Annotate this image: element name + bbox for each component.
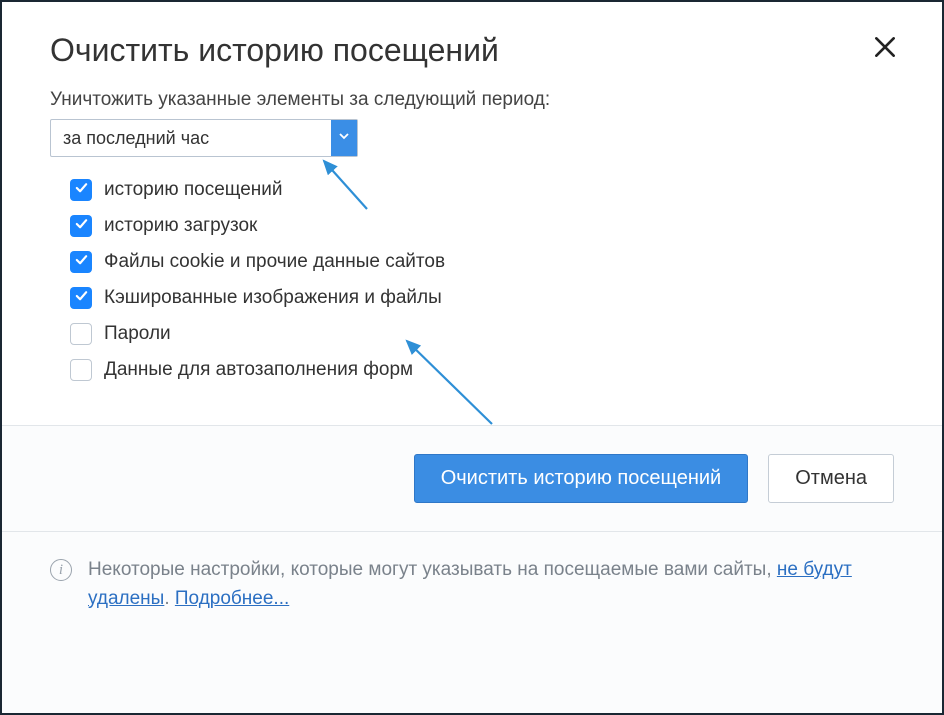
option-label: Кэшированные изображения и файлы [104, 287, 442, 309]
chevron-down-icon [338, 129, 350, 147]
checkbox-cookies[interactable] [70, 251, 92, 273]
info-text: Некоторые настройки, которые могут указы… [88, 556, 894, 613]
check-icon [74, 252, 89, 272]
option-label: Данные для автозаполнения форм [104, 359, 413, 381]
clear-history-button[interactable]: Очистить историю посещений [414, 454, 749, 503]
dialog-body: Уничтожить указанные элементы за следующ… [2, 79, 942, 425]
dialog-footer: Очистить историю посещений Отмена [2, 425, 942, 531]
info-icon: i [50, 559, 72, 581]
checkbox-autofill[interactable] [70, 359, 92, 381]
checkbox-cached-images[interactable] [70, 287, 92, 309]
checkbox-browsing-history[interactable] [70, 179, 92, 201]
period-select[interactable]: за последний час [50, 119, 358, 157]
option-browsing-history[interactable]: историю посещений [70, 179, 894, 201]
option-passwords[interactable]: Пароли [70, 323, 894, 345]
period-select-value: за последний час [51, 120, 331, 156]
option-label: историю загрузок [104, 215, 257, 237]
check-icon [74, 216, 89, 236]
info-text-part1: Некоторые настройки, которые могут указы… [88, 559, 777, 580]
option-label: Пароли [104, 323, 171, 345]
clear-history-dialog: Очистить историю посещений Уничтожить ук… [0, 0, 944, 715]
period-label: Уничтожить указанные элементы за следующ… [50, 89, 894, 111]
info-link-more[interactable]: Подробнее... [175, 588, 289, 609]
info-bar: i Некоторые настройки, которые могут ука… [2, 531, 942, 713]
option-autofill[interactable]: Данные для автозаполнения форм [70, 359, 894, 381]
check-icon [74, 180, 89, 200]
close-button[interactable] [868, 32, 902, 66]
option-label: историю посещений [104, 179, 283, 201]
close-icon [872, 30, 898, 68]
period-select-arrow [331, 120, 357, 156]
check-icon [74, 288, 89, 308]
info-sep: . [164, 588, 175, 609]
options-list: историю посещений историю загрузок Файлы… [50, 179, 894, 381]
checkbox-passwords[interactable] [70, 323, 92, 345]
option-label: Файлы cookie и прочие данные сайтов [104, 251, 445, 273]
dialog-title: Очистить историю посещений [50, 32, 499, 69]
cancel-button[interactable]: Отмена [768, 454, 894, 503]
option-cookies[interactable]: Файлы cookie и прочие данные сайтов [70, 251, 894, 273]
checkbox-download-history[interactable] [70, 215, 92, 237]
option-download-history[interactable]: историю загрузок [70, 215, 894, 237]
dialog-header: Очистить историю посещений [2, 2, 942, 79]
option-cached-images[interactable]: Кэшированные изображения и файлы [70, 287, 894, 309]
